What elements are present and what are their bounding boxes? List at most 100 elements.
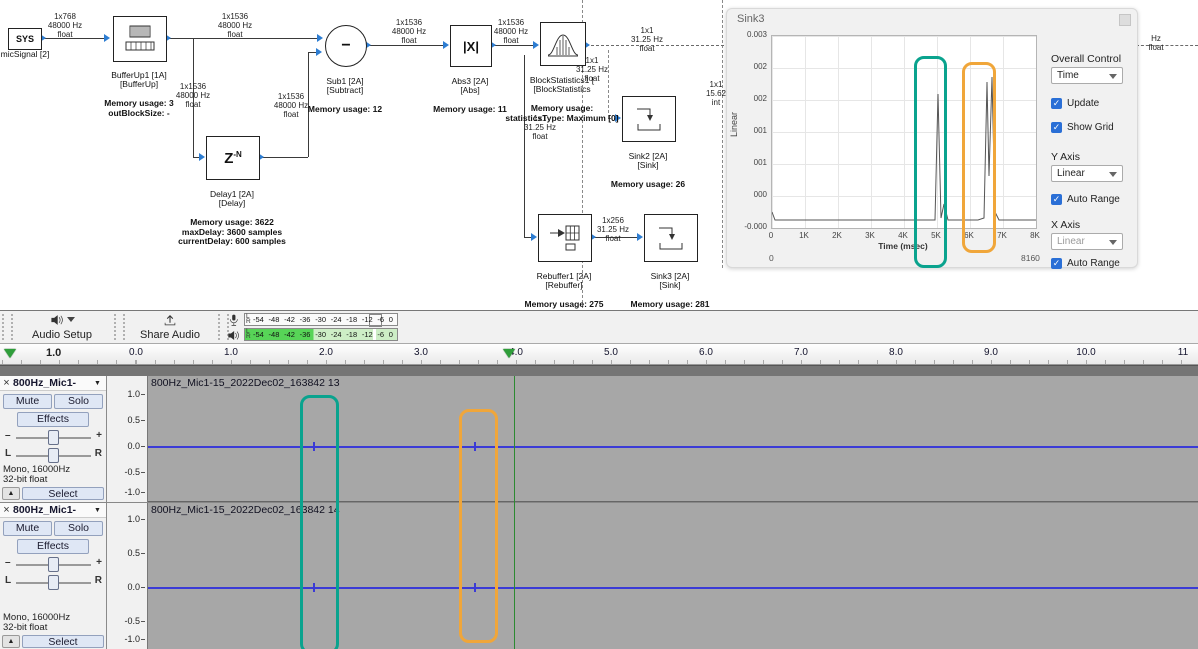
show-grid-checkbox[interactable]: Show Grid [1051, 119, 1114, 137]
display-mode-dropdown[interactable]: Time [1051, 67, 1123, 84]
block-blockstatistics[interactable] [540, 22, 586, 66]
track-format-info: 32-bit float [3, 622, 47, 633]
chevron-down-icon [1109, 74, 1117, 79]
timeline-scrub-zone[interactable] [0, 365, 1198, 376]
scale-tick: -1.0 [124, 487, 145, 497]
track-name[interactable]: 800Hz_Mic1- [13, 504, 94, 516]
meter-scale: -54-48-42-36-30-24-18-12-60 [253, 314, 393, 325]
overall-control-heading: Overall Control [1051, 53, 1121, 65]
gain-slider[interactable]: – + [0, 429, 107, 445]
block-caption: Sink2 [2A] [Sink] Memory usage: 26 [596, 142, 700, 199]
y-scale-dropdown[interactable]: Linear [1051, 165, 1123, 182]
track-format-info: 32-bit float [3, 474, 47, 485]
block-sink3[interactable] [644, 214, 698, 262]
block-sys[interactable]: SYS [8, 28, 42, 50]
block-subtract[interactable]: − [325, 25, 367, 67]
sink-icon [656, 222, 686, 254]
playback-meter[interactable]: L R -54-48-42-36-30-24-18-12-60 [244, 328, 398, 341]
sink3-caption: Sink3 [2A] [Sink] [618, 272, 722, 291]
share-audio-label: Share Audio [126, 329, 214, 341]
track-header[interactable]: 800Hz_Mic1- [0, 503, 106, 518]
slider-thumb[interactable] [48, 430, 59, 445]
x-tick: 4K [891, 231, 915, 240]
bufferup-params: Memory usage: 3 outBlockSize: - [83, 99, 195, 118]
vertical-scale-ruler[interactable]: 1.0 0.5 0.0 -0.5 -1.0 [107, 503, 148, 649]
designer-canvas[interactable]: 1x768 48000 Hz float 1x1536 48000 Hz flo… [0, 0, 1198, 310]
time-tick: 5.0 [604, 347, 618, 358]
y-tick: 000 [737, 190, 767, 199]
block-delay[interactable]: Z-N [206, 136, 260, 180]
bufferup-icon [122, 24, 158, 54]
slider-thumb[interactable] [48, 448, 59, 463]
abs-symbol: |X| [463, 39, 479, 54]
playhead-line[interactable] [514, 376, 515, 649]
wire-label: 1x1536 48000 Hz float [384, 18, 434, 46]
x-scale-dropdown[interactable]: Linear [1051, 233, 1123, 250]
wire [258, 157, 308, 158]
effects-button[interactable]: Effects [17, 539, 89, 554]
gain-slider[interactable]: – + [0, 556, 107, 572]
close-icon[interactable] [0, 504, 13, 516]
x-tick: 8K [1023, 231, 1047, 240]
track-control-panel: 800Hz_Mic1- Mute Solo Effects – + L R [0, 376, 107, 502]
plot-area[interactable] [771, 35, 1037, 229]
green-triangle-pin-icon[interactable] [4, 349, 16, 358]
blockstats-params: Memory usage: statisticsType: Maximum [0… [498, 104, 626, 123]
close-icon[interactable] [0, 377, 13, 389]
time-tick: 9.0 [984, 347, 998, 358]
meter-right-label: R [246, 319, 251, 325]
wire-label: 1x256 31.25 Hz float [588, 216, 638, 244]
select-button[interactable]: Select [22, 635, 104, 648]
timeline-ruler[interactable]: 1.0 0.0 1.0 2.0 3.0 4.0 5.0 6.0 7.0 8.0 … [0, 344, 1198, 365]
solo-button[interactable]: Solo [54, 394, 103, 409]
y-axis-heading: Y Axis [1051, 151, 1080, 163]
slider-thumb[interactable] [48, 557, 59, 572]
pan-slider[interactable]: L R [0, 574, 107, 590]
time-tick: 0.0 [129, 347, 143, 358]
block-caption: Delay1 [2A] [Delay] Memory usage: 3622 m… [168, 180, 296, 256]
share-audio-button[interactable]: Share Audio [126, 312, 214, 342]
pan-slider[interactable]: L R [0, 447, 107, 463]
block-rebuffer[interactable] [538, 214, 592, 262]
block-sink2[interactable] [622, 96, 676, 142]
collapse-up-icon[interactable] [2, 635, 20, 648]
toolbar-grip[interactable] [2, 314, 13, 340]
solo-button[interactable]: Solo [54, 521, 103, 536]
wire-label: 1x1 31.25 Hz float [622, 26, 672, 54]
vertical-scale-ruler[interactable]: 1.0 0.5 0.0 -0.5 -1.0 [107, 376, 148, 502]
y-auto-range-checkbox[interactable]: Auto Range [1051, 191, 1120, 209]
mute-button[interactable]: Mute [3, 394, 52, 409]
select-button[interactable]: Select [22, 487, 104, 500]
x-auto-range-checkbox[interactable]: Auto Range [1051, 255, 1120, 273]
chevron-down-icon[interactable] [94, 507, 106, 514]
slider-thumb[interactable] [48, 575, 59, 590]
toolbar-grip[interactable] [114, 314, 125, 340]
speaker-icon [227, 329, 240, 342]
recording-meter[interactable]: L R -54-48-42-36-30-24-18-12-60 [244, 313, 398, 326]
pan-right-label: R [95, 448, 102, 459]
track-header[interactable]: 800Hz_Mic1- [0, 376, 106, 391]
mute-button[interactable]: Mute [3, 521, 52, 536]
block-bufferup[interactable] [113, 16, 167, 62]
effects-button[interactable]: Effects [17, 412, 89, 427]
block-abs[interactable]: |X| [450, 25, 492, 67]
y-tick: 001 [737, 158, 767, 167]
collapse-up-icon[interactable] [2, 487, 20, 500]
subtract-symbol: − [341, 37, 350, 55]
scale-tick: 0.0 [127, 441, 145, 451]
port-arrow-icon [443, 41, 449, 49]
chevron-down-icon[interactable] [94, 380, 106, 387]
scale-tick: -1.0 [124, 634, 145, 644]
rebuffer-icon [548, 223, 582, 253]
x-range-start: 0 [769, 253, 774, 263]
audio-setup-button[interactable]: Audio Setup [14, 312, 110, 342]
track-control-panel: 800Hz_Mic1- Mute Solo Effects – + L R [0, 503, 107, 649]
annotation-box-teal [914, 56, 947, 268]
green-triangle-pin-icon[interactable] [503, 349, 515, 358]
update-label: Update [1067, 98, 1099, 109]
update-checkbox[interactable]: Update [1051, 95, 1099, 113]
port-arrow-icon [104, 34, 110, 42]
close-icon[interactable] [1119, 14, 1131, 26]
checkmark-icon [1051, 98, 1062, 109]
track-name[interactable]: 800Hz_Mic1- [13, 377, 94, 389]
